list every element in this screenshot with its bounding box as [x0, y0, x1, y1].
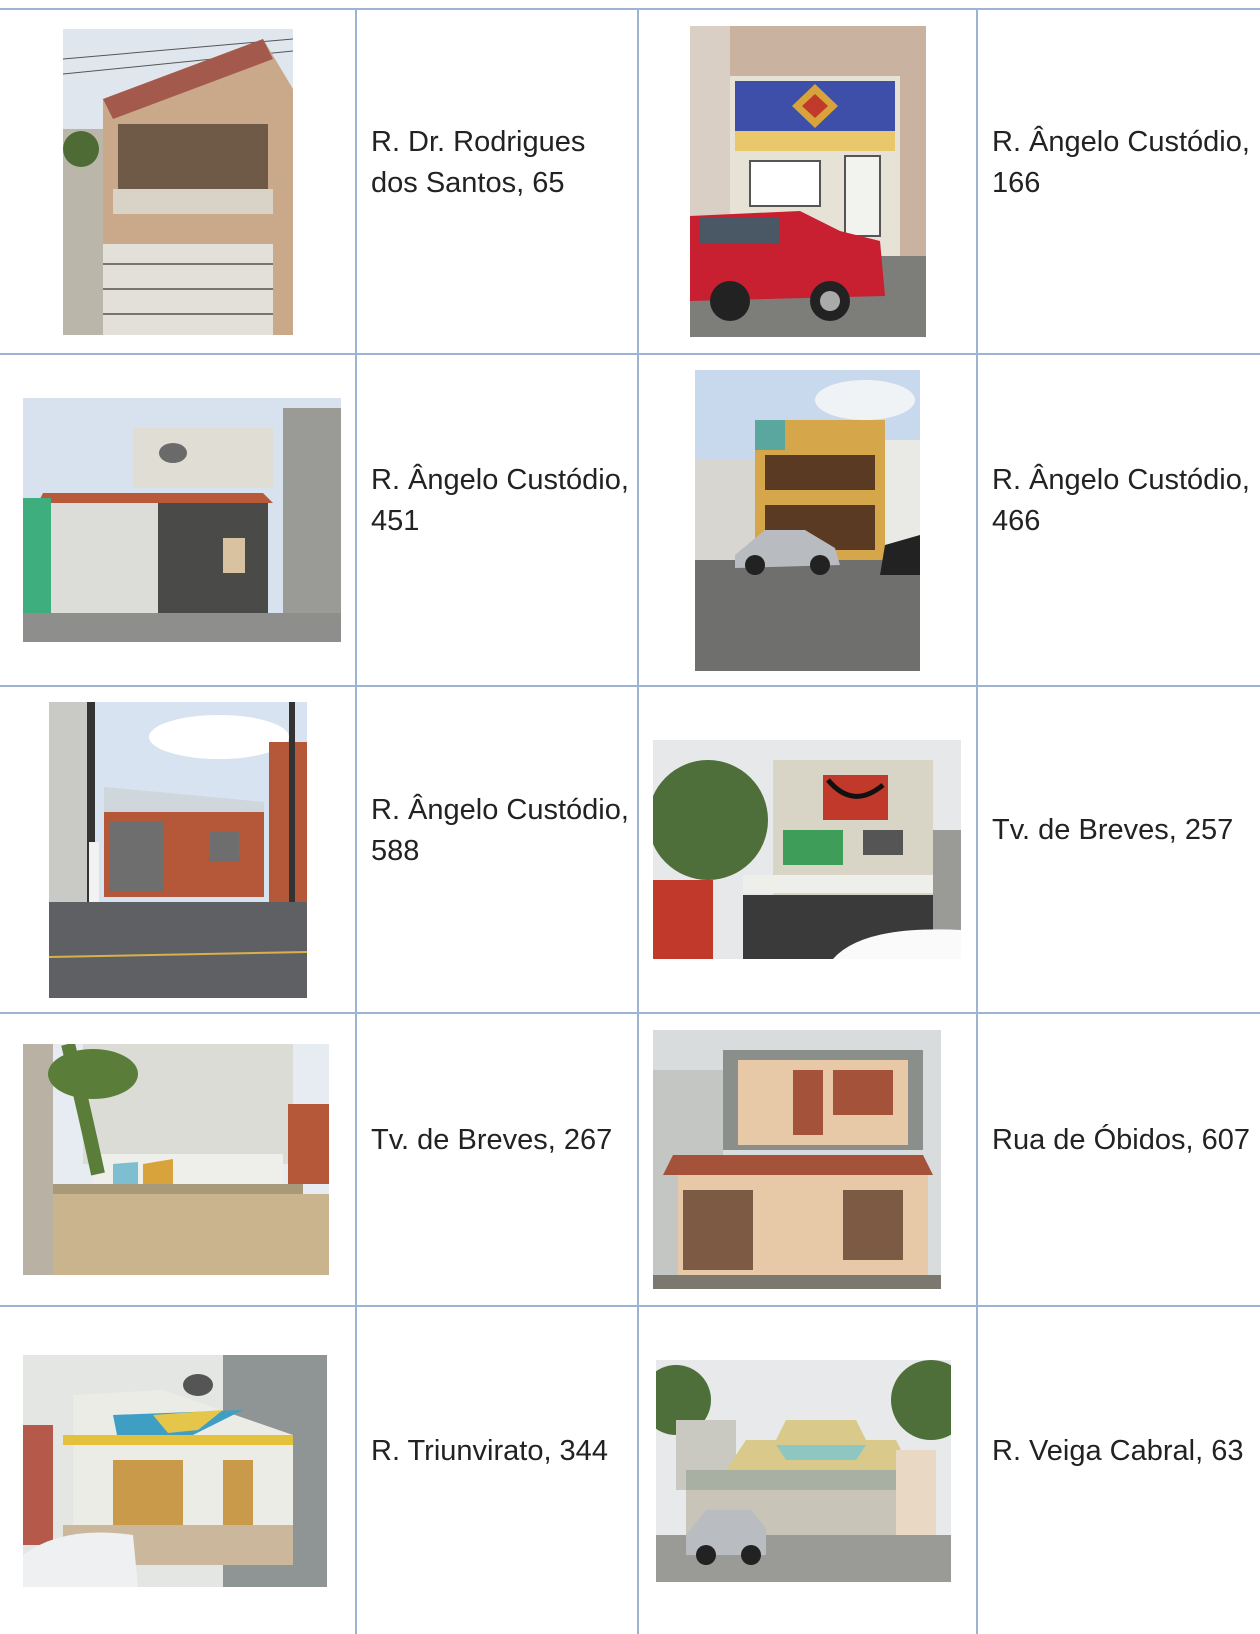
- table-row: Tv. de Breves, 267 Rua de Óbidos, 607: [0, 1012, 1260, 1307]
- photo-cell: [0, 8, 357, 355]
- photo-cell: [0, 1305, 357, 1634]
- address-text: Tv. de Breves, 257: [992, 814, 1234, 846]
- address-cell: R. Ângelo Custódio, 451: [355, 353, 639, 687]
- address-text: R. Dr. Rodrigues dos Santos, 65: [371, 125, 586, 199]
- house-photo: [653, 740, 961, 959]
- address-text: Tv. de Breves, 267: [371, 1124, 613, 1156]
- address-text: R. Veiga Cabral, 63: [992, 1435, 1244, 1467]
- photo-cell: [637, 1012, 978, 1307]
- address-cell: R. Ângelo Custódio, 166: [976, 8, 1260, 355]
- address-cell: Tv. de Breves, 257: [976, 685, 1260, 1014]
- table-row: R. Ângelo Custódio, 451 R. Ângelo Custód…: [0, 353, 1260, 687]
- photo-cell: [0, 1012, 357, 1307]
- house-photo: [689, 26, 926, 337]
- address-text: R. Triunvirato, 344: [371, 1435, 608, 1467]
- address-photo-table: R. Dr. Rodrigues dos Santos, 65 R. Ângel…: [0, 8, 1260, 1634]
- address-cell: R. Ângelo Custódio, 588: [355, 685, 639, 1014]
- table-row: R. Triunvirato, 344 R. Veiga Cabral, 63: [0, 1305, 1260, 1634]
- address-cell: R. Ângelo Custódio, 466: [976, 353, 1260, 687]
- photo-cell: [0, 353, 357, 687]
- address-cell: Rua de Óbidos, 607: [976, 1012, 1260, 1307]
- address-cell: R. Triunvirato, 344: [355, 1305, 639, 1634]
- address-text: R. Ângelo Custódio, 451: [371, 464, 629, 537]
- photo-cell: [637, 8, 978, 355]
- address-text: Rua de Óbidos, 607: [992, 1124, 1250, 1156]
- house-photo: [62, 28, 293, 335]
- house-photo: [653, 1030, 941, 1289]
- photo-cell: [637, 685, 978, 1014]
- photo-cell: [0, 685, 357, 1014]
- house-photo: [656, 1359, 951, 1582]
- house-photo: [695, 369, 920, 671]
- table-row: R. Ângelo Custódio, 588 Tv. de Breves, 2…: [0, 685, 1260, 1014]
- house-photo: [23, 1354, 327, 1587]
- house-photo: [48, 701, 307, 998]
- photo-cell: [637, 353, 978, 687]
- house-photo: [23, 1044, 329, 1275]
- house-photo: [23, 398, 341, 642]
- table-row: R. Dr. Rodrigues dos Santos, 65 R. Ângel…: [0, 8, 1260, 355]
- address-cell: R. Veiga Cabral, 63: [976, 1305, 1260, 1634]
- address-text: R. Ângelo Custódio, 466: [992, 464, 1250, 537]
- address-text: R. Ângelo Custódio, 166: [992, 125, 1250, 199]
- address-cell: Tv. de Breves, 267: [355, 1012, 639, 1307]
- photo-cell: [637, 1305, 978, 1634]
- address-text: R. Ângelo Custódio, 588: [371, 793, 629, 867]
- address-cell: R. Dr. Rodrigues dos Santos, 65: [355, 8, 639, 355]
